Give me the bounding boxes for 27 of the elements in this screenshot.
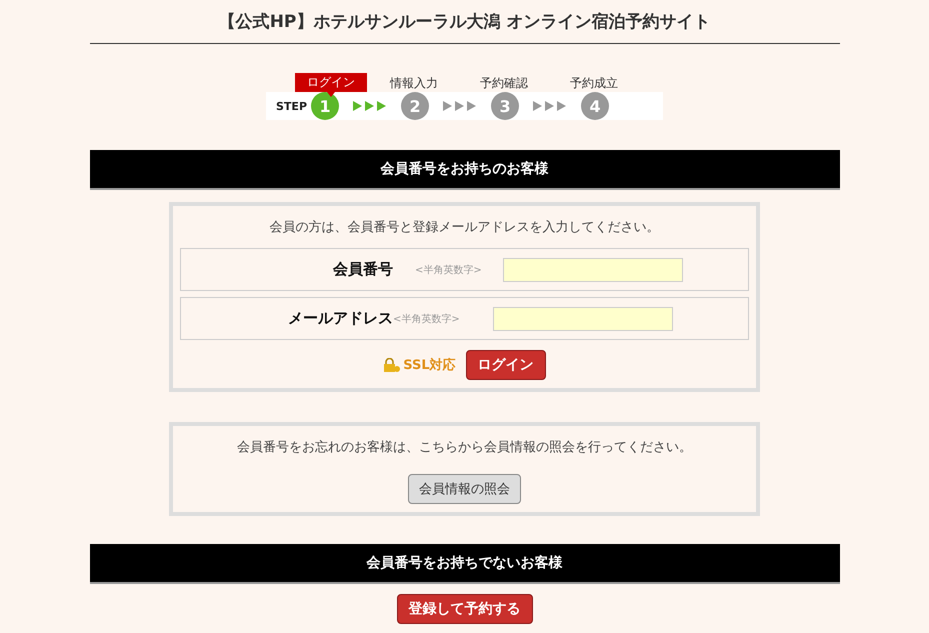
- section-heading: 会員番号をお持ちのお客様: [90, 150, 840, 190]
- step-label: 予約確認: [480, 75, 528, 92]
- ssl-label: SSL対応: [403, 356, 456, 374]
- register-button[interactable]: 登録して予約する: [396, 594, 532, 624]
- instructions: 会員番号をお忘れのお客様は、こちらから会員情報の照会を行ってください。: [237, 439, 692, 456]
- arrows-icon: [533, 101, 568, 111]
- step-number: 3: [491, 92, 520, 120]
- arrows-icon: [443, 101, 478, 111]
- section-heading: 会員番号をお持ちでないお客様: [90, 544, 840, 584]
- step-label: 予約成立: [570, 75, 618, 92]
- field-label: 会員番号: [332, 260, 393, 279]
- step-label: ログイン: [295, 73, 367, 97]
- site-title: 【公式HP】ホテルサンルーラル大潟 オンライン宿泊予約サイト: [90, 0, 840, 44]
- step-label: 情報入力: [390, 75, 438, 92]
- arrows-icon: [353, 101, 388, 111]
- step-number: 2: [401, 92, 430, 120]
- field-hint: <半角英数字>: [393, 312, 461, 326]
- input-field[interactable]: [493, 306, 673, 330]
- input-field[interactable]: [503, 258, 683, 282]
- inquiry-button[interactable]: 会員情報の照会: [408, 474, 521, 504]
- step-number: 4: [581, 92, 610, 120]
- field-hint: <半角英数字>: [414, 264, 483, 276]
- step-prefix: STEP: [276, 100, 308, 112]
- field-label: メールアドレス: [287, 309, 393, 328]
- lock-icon: [383, 358, 402, 372]
- instructions: 会員の方は、会員番号と登録メールアドレスを入力してください。: [270, 219, 660, 236]
- login-button[interactable]: ログイン: [466, 350, 546, 380]
